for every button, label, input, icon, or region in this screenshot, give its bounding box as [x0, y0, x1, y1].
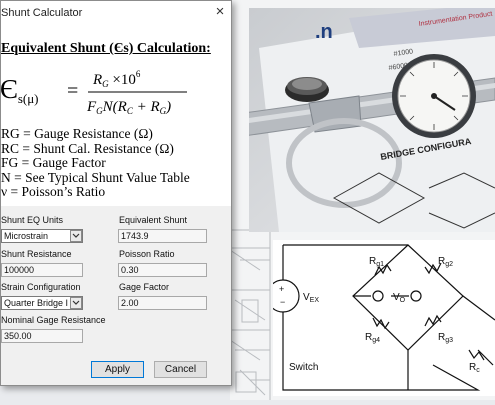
chevron-down-icon[interactable] [70, 230, 82, 242]
shunt-eq-units-select[interactable]: Microstrain [1, 229, 83, 243]
svg-text:FGN(RC + RG): FGN(RC + RG) [86, 99, 171, 116]
chevron-down-icon[interactable] [70, 297, 82, 309]
legend-line-shunt-resistance: RC = Shunt Cal. Resistance (Ω) [1, 140, 174, 156]
rc-subscript: c [476, 367, 480, 374]
formula-symbol: Є [1, 74, 18, 104]
vo-subscript: O [400, 297, 406, 304]
shunt-calculator-dialog: Shunt Calculator × Equivalent Shunt (Єs)… [0, 0, 232, 386]
shunt-formula: Єs(μ) = RG ×106 FGN(RC + RG) [1, 69, 187, 116]
formula-heading: Equivalent Shunt (Єs) Calculation: [1, 41, 211, 56]
caliper-photo: Instrumentation Product .n #1000 #6000 B… [249, 8, 495, 232]
svg-text:Rg4: Rg4 [365, 332, 380, 344]
formula-den-2: N(R [102, 99, 127, 115]
shunt-resistance-label: Shunt Resistance [1, 249, 72, 259]
equivalent-shunt-label: Equivalent Shunt [119, 215, 188, 225]
poisson-ratio-label: Poisson Ratio [119, 249, 175, 259]
svg-text:RG ×106: RG ×106 [92, 69, 141, 89]
svg-text:Єs(μ): Єs(μ) [1, 74, 39, 106]
rc-label: R [469, 362, 476, 373]
cancel-button[interactable]: Cancel [154, 361, 207, 378]
shunt-resistance-field[interactable]: 100000 [1, 263, 83, 277]
calculator-form: Shunt EQ Units Microstrain Equivalent Sh… [1, 206, 231, 386]
dialog-title: Shunt Calculator [1, 7, 83, 19]
rg4-label: R [365, 332, 372, 343]
close-button[interactable]: × [211, 3, 229, 21]
formula-num-2: ×10 [109, 72, 136, 88]
svg-text:Rc: Rc [469, 362, 480, 374]
formula-lhs-subscript: s(μ) [18, 91, 39, 106]
formula-num-1: R [92, 72, 102, 88]
legend-line-gauge-factor: FG = Gauge Factor [1, 155, 106, 170]
svg-text:Rg3: Rg3 [438, 332, 453, 344]
svg-text:VO: VO [393, 292, 406, 304]
rg2-label: R [438, 256, 445, 267]
switch-label: Switch [289, 362, 318, 373]
vex-subscript: EX [310, 297, 320, 304]
strain-configuration-value: Quarter Bridge I [4, 298, 69, 308]
caliper-photo-graphic: Instrumentation Product .n #1000 #6000 B… [249, 8, 495, 232]
legend-line-gauge-resistance: RG = Gauge Resistance (Ω) [1, 126, 153, 141]
vex-plus-sign: + [279, 284, 284, 294]
svg-text:Rg1: Rg1 [369, 256, 384, 268]
formula-den-3: + R [133, 99, 160, 115]
bridge-schematic: + − VEX Rg1 Rg2 VO Rg4 Rg3 Rc Switch [266, 240, 495, 396]
rg3-label: R [438, 332, 445, 343]
legend-line-shunt-table: N = See Typical Shunt Value Table [1, 169, 190, 185]
rg3-subscript: g3 [445, 337, 453, 344]
bridge-schematic-graphic: + − VEX Rg1 Rg2 VO Rg4 Rg3 Rc Switch [266, 244, 495, 391]
variable-legend: RG = Gauge Resistance (Ω) RC = Shunt Cal… [1, 126, 231, 200]
poisson-ratio-field[interactable]: 0.30 [118, 263, 207, 277]
gage-factor-label: Gage Factor [119, 282, 170, 292]
dialog-titlebar[interactable]: Shunt Calculator × [1, 1, 231, 23]
shunt-eq-units-label: Shunt EQ Units [1, 215, 64, 225]
photo-logo-fragment: .n [315, 21, 333, 43]
svg-text:VEX: VEX [303, 292, 319, 304]
equivalent-shunt-field[interactable]: 1743.9 [118, 229, 207, 243]
strain-configuration-label: Strain Configuration [1, 282, 81, 292]
shunt-eq-units-value: Microstrain [4, 231, 49, 241]
nominal-gage-resistance-field[interactable]: 350.00 [1, 329, 83, 343]
rg4-subscript: g4 [372, 337, 380, 344]
vex-minus-sign: − [280, 297, 285, 307]
rg1-label: R [369, 256, 376, 267]
formula-panel: Equivalent Shunt (Єs) Calculation: Єs(μ)… [1, 23, 231, 206]
formula-num-2-sup: 6 [136, 69, 141, 79]
formula-equals: = [67, 80, 78, 102]
strain-configuration-select[interactable]: Quarter Bridge I [1, 296, 83, 310]
formula-den-4: ) [165, 99, 171, 115]
rg1-subscript: g1 [376, 261, 384, 268]
svg-text:Rg2: Rg2 [438, 256, 453, 268]
rg2-subscript: g2 [445, 261, 453, 268]
nominal-gage-resistance-label: Nominal Gage Resistance [1, 315, 106, 325]
gage-factor-field[interactable]: 2.00 [118, 296, 207, 310]
legend-line-poisson: ν = Poisson’s Ratio [1, 184, 106, 199]
apply-button[interactable]: Apply [91, 361, 144, 378]
